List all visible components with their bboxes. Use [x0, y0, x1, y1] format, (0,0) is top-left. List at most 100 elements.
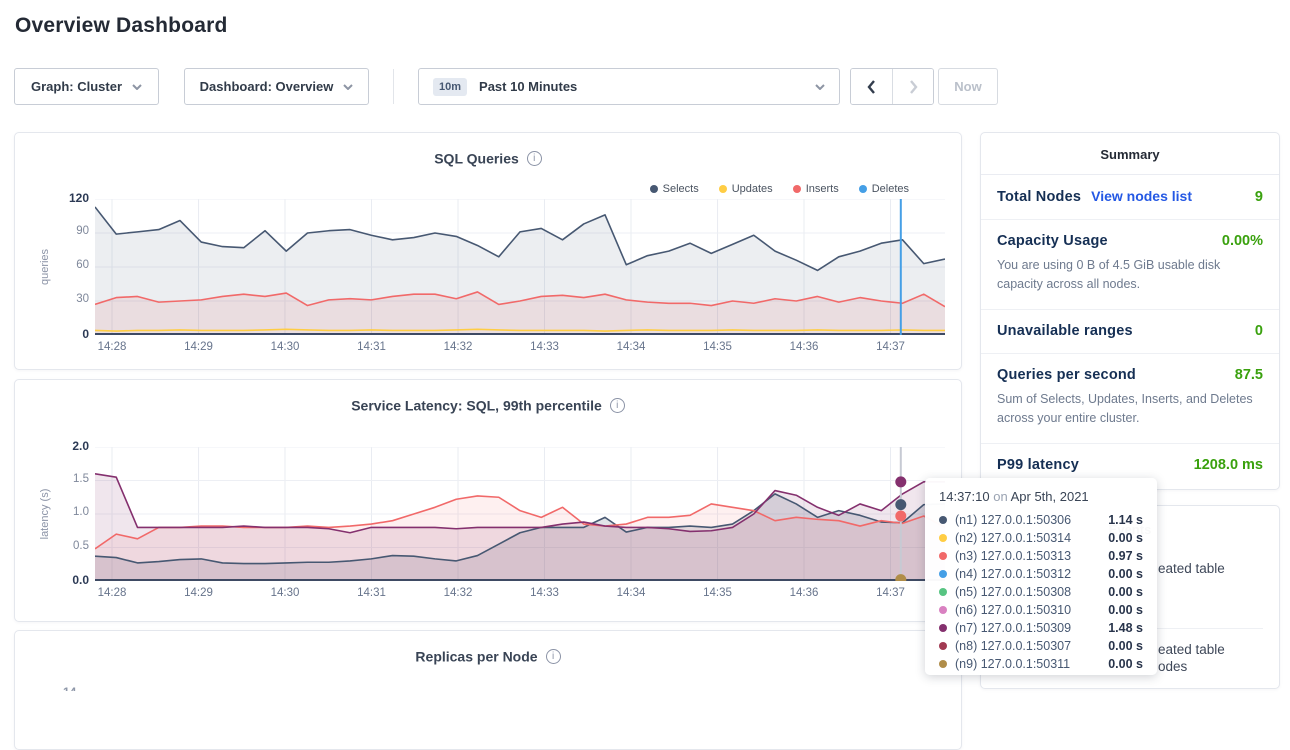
time-range-selector[interactable]: 10m Past 10 Minutes [418, 68, 840, 105]
summary-panel: Summary Total Nodes View nodes list 9 Ca… [980, 132, 1280, 490]
x-tick-label: 14:34 [605, 587, 657, 599]
node-value: 1.48 s [1108, 621, 1143, 635]
summary-label: P99 latency [997, 457, 1079, 473]
node-value: 0.00 s [1108, 639, 1143, 653]
time-range-badge: 10m [433, 78, 467, 96]
x-tick-label: 14:32 [432, 341, 484, 353]
replicas-per-node-title: Replicas per Node [15, 647, 961, 664]
x-tick-label: 14:33 [518, 341, 570, 353]
info-icon[interactable] [527, 151, 542, 166]
inserts-dot-icon [793, 185, 801, 193]
summary-value: 1208.0 ms [1194, 457, 1263, 473]
time-next-button[interactable] [892, 69, 933, 104]
y-tick-label: 30 [49, 293, 89, 305]
now-button[interactable]: Now [938, 68, 998, 105]
x-tick-label: 14:31 [346, 341, 398, 353]
chevron-down-icon [132, 84, 142, 90]
summary-row-total-nodes: Total Nodes View nodes list 9 [981, 175, 1279, 220]
y-tick-label: 0 [49, 327, 89, 341]
legend-item-deletes[interactable]: Deletes [859, 183, 909, 195]
chart-hover-tooltip: 14:37:10 on Apr 5th, 2021 (n1) 127.0.0.1… [925, 478, 1157, 675]
sql-queries-card: SQL Queries Selects Updates Inserts Dele… [14, 132, 962, 370]
info-icon[interactable] [546, 649, 561, 664]
node-value: 0.00 s [1108, 603, 1143, 617]
summary-value: 9 [1255, 189, 1263, 205]
node-value: 1.14 s [1108, 513, 1143, 527]
tooltip-row-n6: (n6) 127.0.0.1:503100.00 s [939, 601, 1143, 619]
dashboard-dropdown[interactable]: Dashboard: Overview [184, 68, 369, 105]
tooltip-row-n2: (n2) 127.0.0.1:503140.00 s [939, 529, 1143, 547]
node-dot-icon [939, 606, 947, 614]
legend-item-updates[interactable]: Updates [719, 183, 773, 195]
summary-row-qps: Queries per second 87.5 Sum of Selects, … [981, 354, 1279, 444]
x-tick-label: 14:29 [173, 341, 225, 353]
legend-label: Deletes [872, 183, 909, 195]
node-dot-icon [939, 534, 947, 542]
summary-value: 0 [1255, 323, 1263, 339]
graph-dropdown[interactable]: Graph: Cluster [14, 68, 159, 105]
y-tick-label: 60 [49, 259, 89, 271]
y-tick-label: 2.0 [49, 439, 89, 453]
x-tick-label: 14:37 [865, 587, 917, 599]
info-icon[interactable] [610, 398, 625, 413]
legend-item-selects[interactable]: Selects [650, 183, 699, 195]
y-tick-label: 90 [49, 225, 89, 237]
node-value: 0.97 s [1108, 549, 1143, 563]
chevron-down-icon [343, 84, 353, 90]
x-tick-label: 14:30 [259, 587, 311, 599]
tooltip-row-n7: (n7) 127.0.0.1:503091.48 s [939, 619, 1143, 637]
node-dot-icon [939, 642, 947, 650]
service-latency-card: Service Latency: SQL, 99th percentile 0.… [14, 379, 962, 622]
x-tick-label: 14:32 [432, 587, 484, 599]
legend-item-inserts[interactable]: Inserts [793, 183, 839, 195]
x-tick-label: 14:28 [86, 587, 138, 599]
service-latency-title-text: Service Latency: SQL, 99th percentile [351, 397, 602, 413]
view-nodes-list-link[interactable]: View nodes list [1091, 188, 1192, 204]
tooltip-on: on [993, 489, 1007, 504]
sql-queries-title-text: SQL Queries [434, 150, 519, 166]
x-tick-label: 14:35 [692, 587, 744, 599]
summary-caption: Sum of Selects, Updates, Inserts, and De… [997, 390, 1263, 429]
x-tick-label: 14:33 [518, 587, 570, 599]
time-prev-button[interactable] [851, 69, 892, 104]
summary-row-unavailable-ranges: Unavailable ranges 0 [981, 310, 1279, 354]
time-nav [850, 68, 934, 105]
sql-queries-title: SQL Queries [15, 149, 961, 166]
event-text-fragment: eated table [1158, 561, 1225, 576]
service-latency-title: Service Latency: SQL, 99th percentile [15, 396, 961, 413]
summary-caption: You are using 0 B of 4.5 GiB usable disk… [997, 256, 1263, 295]
chevron-down-icon [815, 84, 825, 90]
node-dot-icon [939, 588, 947, 596]
summary-label: Unavailable ranges [997, 323, 1133, 339]
sql-queries-legend: Selects Updates Inserts Deletes [650, 183, 909, 195]
y-tick-label: 1.5 [49, 473, 89, 485]
y-tick-label: 0.5 [49, 540, 89, 552]
node-dot-icon [939, 624, 947, 632]
x-tick-label: 14:31 [346, 587, 398, 599]
legend-label: Selects [663, 183, 699, 195]
service-latency-ylabel: latency (s) [39, 489, 51, 540]
node-dot-icon [939, 552, 947, 560]
node-value: 0.00 s [1108, 585, 1143, 599]
node-dot-icon [939, 570, 947, 578]
service-latency-plot[interactable] [95, 447, 945, 586]
x-tick-label: 14:36 [778, 341, 830, 353]
dashboard-dropdown-label: Dashboard: Overview [200, 79, 334, 94]
replicas-partial-axis-label: 140 [63, 685, 76, 691]
sql-queries-plot[interactable] [95, 199, 945, 340]
x-tick-label: 14:30 [259, 341, 311, 353]
node-value: 0.00 s [1108, 657, 1143, 671]
x-tick-label: 14:36 [778, 587, 830, 599]
x-tick-label: 14:34 [605, 341, 657, 353]
summary-value: 87.5 [1235, 367, 1263, 383]
x-tick-label: 14:35 [692, 341, 744, 353]
node-dot-icon [939, 516, 947, 524]
graph-dropdown-label: Graph: Cluster [31, 79, 122, 94]
event-text-fragment: odes [1158, 659, 1187, 674]
tooltip-row-n4: (n4) 127.0.0.1:503120.00 s [939, 565, 1143, 583]
deletes-dot-icon [859, 185, 867, 193]
summary-label: Capacity Usage [997, 233, 1108, 249]
tooltip-row-n8: (n8) 127.0.0.1:503070.00 s [939, 637, 1143, 655]
chevron-left-icon [867, 80, 876, 94]
event-text-fragment: eated table [1158, 642, 1225, 657]
